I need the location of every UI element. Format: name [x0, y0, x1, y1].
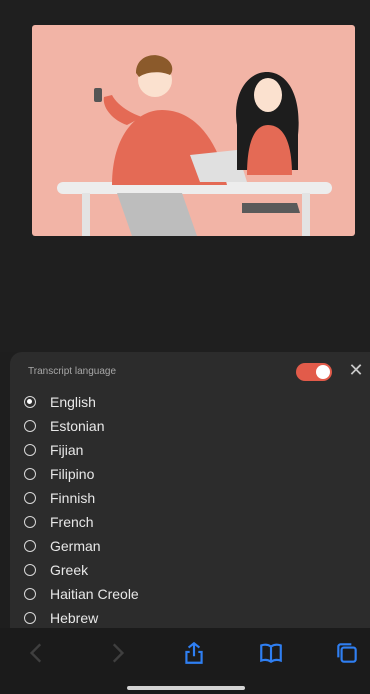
bookmarks-icon[interactable] [258, 640, 284, 666]
radio-selected-icon [24, 396, 36, 408]
forward-icon[interactable] [104, 640, 130, 666]
language-option-hebrew[interactable]: Hebrew [24, 606, 344, 630]
radio-icon [24, 492, 36, 504]
language-option-german[interactable]: German [24, 534, 344, 558]
radio-icon [24, 444, 36, 456]
home-indicator [127, 686, 245, 690]
language-list: English Estonian Fijian Filipino Finnish… [24, 390, 344, 630]
radio-icon [24, 468, 36, 480]
language-label: Finnish [50, 490, 96, 506]
share-icon[interactable] [181, 640, 207, 666]
language-label: Hebrew [50, 610, 99, 626]
language-option-english[interactable]: English [24, 390, 344, 414]
tabs-icon[interactable] [334, 640, 360, 666]
language-option-french[interactable]: French [24, 510, 344, 534]
language-label: German [50, 538, 101, 554]
radio-icon [24, 540, 36, 552]
radio-icon [24, 612, 36, 624]
transcript-language-panel: Transcript language ✕ English Estonian F… [10, 352, 370, 628]
browser-toolbar [0, 628, 370, 694]
toggle-knob [316, 365, 330, 379]
language-label: English [50, 394, 96, 410]
video-area [0, 0, 370, 352]
radio-icon [24, 588, 36, 600]
language-option-estonian[interactable]: Estonian [24, 414, 344, 438]
transcript-toggle[interactable] [296, 363, 332, 381]
language-option-filipino[interactable]: Filipino [24, 462, 344, 486]
language-label: Fijian [50, 442, 84, 458]
language-option-haitian-creole[interactable]: Haitian Creole [24, 582, 344, 606]
people-with-laptop-illustration [57, 55, 332, 236]
language-label: Greek [50, 562, 89, 578]
video-illustration [32, 25, 355, 236]
panel-header: Transcript language [28, 366, 117, 377]
radio-icon [24, 516, 36, 528]
language-option-greek[interactable]: Greek [24, 558, 344, 582]
close-icon[interactable]: ✕ [346, 360, 366, 380]
radio-icon [24, 564, 36, 576]
language-option-fijian[interactable]: Fijian [24, 438, 344, 462]
radio-icon [24, 420, 36, 432]
language-option-finnish[interactable]: Finnish [24, 486, 344, 510]
back-icon[interactable] [24, 640, 50, 666]
language-label: French [50, 514, 94, 530]
language-label: Estonian [50, 418, 105, 434]
language-label: Filipino [50, 466, 95, 482]
language-label: Haitian Creole [50, 586, 139, 602]
